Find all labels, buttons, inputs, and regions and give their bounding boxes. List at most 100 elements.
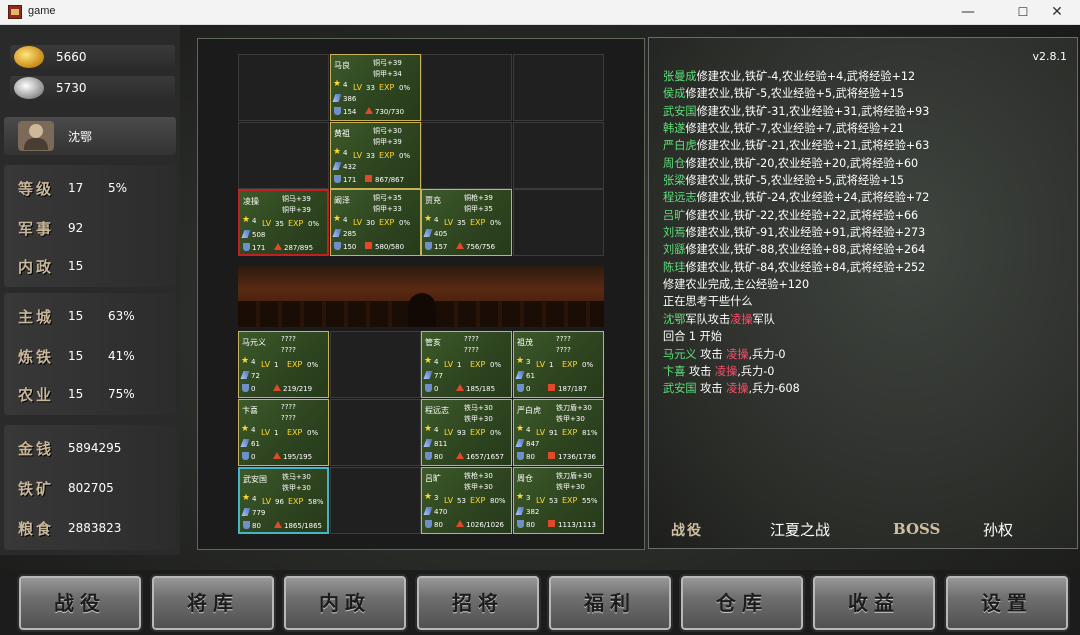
menu-button-income[interactable]: 收益 <box>811 574 937 632</box>
equip-weapon: 铜弓+39 <box>373 59 402 67</box>
log-line: 马元义 攻击 凌操,兵力-0 <box>663 346 1073 363</box>
close-button[interactable]: ✕ <box>1034 0 1080 25</box>
stat-level: 等级 17 5% <box>4 169 176 205</box>
empty-slot[interactable] <box>330 331 421 398</box>
menu-button-recruit[interactable]: 招将 <box>415 574 541 632</box>
lv-label: LV <box>444 496 454 505</box>
stat-main-city-value: 15 <box>68 309 84 323</box>
equip-armor: 铁甲+30 <box>556 415 585 423</box>
empty-slot[interactable] <box>421 122 512 189</box>
empty-slot[interactable] <box>330 399 421 466</box>
empty-slot[interactable] <box>421 54 512 121</box>
exp-label: EXP <box>287 360 303 369</box>
general-card-player[interactable]: 马元义 ???? ???? ★ 4 LV 1 EXP 0% 72 0 219/2… <box>238 331 329 398</box>
attack-value: 470 <box>434 508 448 516</box>
battle-log[interactable]: 张曼成修建农业,铁矿-4,农业经验+4,武将经验+12 侯成修建农业,铁矿-5,农… <box>663 68 1073 398</box>
log-line: 周仓修建农业,铁矿-20,农业经验+20,武将经验+60 <box>663 155 1073 172</box>
empty-slot[interactable] <box>238 122 329 189</box>
log-line: 卞喜 攻击 凌操,兵力-0 <box>663 363 1073 380</box>
city-gate <box>408 293 436 327</box>
exp-value: 55% <box>582 497 598 505</box>
equip-weapon: ???? <box>464 335 479 343</box>
log-actor: 沈鄂 <box>663 312 686 326</box>
empty-slot[interactable] <box>513 122 604 189</box>
exp-label: EXP <box>287 428 303 437</box>
menu-button-politics[interactable]: 内政 <box>282 574 408 632</box>
general-card-player[interactable]: 程远志 铁马+30 铁甲+30 ★ 4 LV 93 EXP 0% 811 80 … <box>421 399 512 466</box>
general-card-player[interactable]: 周仓 铁刀盾+30 铁甲+30 ★ 3 LV 53 EXP 55% 382 80… <box>513 467 604 534</box>
log-line: 武安国 攻击 凌操,兵力-608 <box>663 380 1073 397</box>
general-card-enemy[interactable]: 马良 铜弓+39 铜甲+34 ★ 4 LV 33 EXP 0% 386 154 … <box>330 54 421 121</box>
log-text: 正在思考干些什么 <box>663 295 753 309</box>
stat-level-label: 等级 <box>18 180 55 198</box>
general-name: 阚泽 <box>334 196 350 205</box>
lv-value: 96 <box>275 498 284 506</box>
general-card-player[interactable]: 卞喜 ???? ???? ★ 4 LV 1 EXP 0% 61 0 195/19… <box>238 399 329 466</box>
menu-button-warehouse[interactable]: 仓库 <box>679 574 805 632</box>
star-icon: ★ <box>333 79 342 89</box>
general-card-player[interactable]: 严白虎 铁刀盾+30 铁甲+30 ★ 4 LV 91 EXP 81% 847 8… <box>513 399 604 466</box>
defense-value: 154 <box>343 108 357 116</box>
troop-value: 287/895 <box>284 244 314 252</box>
general-card-enemy[interactable]: 黄祖 铜弓+30 铜甲+39 ★ 4 LV 33 EXP 0% 432 171 … <box>330 122 421 189</box>
battle-log-panel: v2.8.1 张曼成修建农业,铁矿-4,农业经验+4,武将经验+12 侯成修建农业… <box>648 37 1078 549</box>
stats-group-2: 主城 15 63% 炼铁 15 41% 农业 15 75% <box>4 293 176 415</box>
minimize-button[interactable]: — <box>945 0 991 25</box>
exp-label: EXP <box>562 360 578 369</box>
general-card-player[interactable]: 吕旷 铁枪+30 铁甲+30 ★ 3 LV 53 EXP 80% 470 80 … <box>421 467 512 534</box>
equip-weapon: 铜弓+30 <box>373 127 402 135</box>
star-count: 3 <box>526 358 531 366</box>
empty-slot[interactable] <box>513 189 604 256</box>
general-name: 凌操 <box>243 197 259 206</box>
stat-iron: 铁矿 802705 <box>4 469 176 505</box>
log-text: 修建农业,铁矿-21,农业经验+21,武将经验+63 <box>696 139 930 153</box>
log-text: 修建农业,铁矿-31,农业经验+31,武将经验+93 <box>696 104 930 118</box>
attack-value: 405 <box>434 230 448 238</box>
menu-button-welfare[interactable]: 福利 <box>547 574 673 632</box>
empty-slot[interactable] <box>513 54 604 121</box>
lv-label: LV <box>261 360 271 369</box>
menu-button-generals[interactable]: 将库 <box>150 574 276 632</box>
attack-value: 61 <box>526 372 535 380</box>
exp-label: EXP <box>288 219 304 228</box>
attack-value: 382 <box>526 508 540 516</box>
lv-label: LV <box>353 151 363 160</box>
star-icon: ★ <box>242 493 251 503</box>
sword-icon <box>332 229 342 237</box>
star-count: 4 <box>251 426 256 434</box>
stats-group-3: 金钱 5894295 铁矿 802705 粮食 2883823 <box>4 425 176 550</box>
empty-slot[interactable] <box>238 54 329 121</box>
sword-icon <box>241 508 251 516</box>
general-name: 严白虎 <box>517 406 541 415</box>
lv-value: 35 <box>457 219 466 227</box>
general-card-enemy[interactable]: 贾充 铜枪+39 铜甲+35 ★ 4 LV 35 EXP 0% 405 157 … <box>421 189 512 256</box>
lord-card[interactable]: 沈鄂 <box>4 117 176 155</box>
sword-icon <box>332 94 342 102</box>
equip-weapon: 铜枪+39 <box>464 194 493 202</box>
menu-button-campaign[interactable]: 战役 <box>17 574 143 632</box>
menu-button-settings[interactable]: 设置 <box>944 574 1070 632</box>
star-icon: ★ <box>242 215 251 225</box>
log-actor: 马元义 <box>663 347 697 361</box>
log-actor: 周仓 <box>663 156 686 170</box>
log-text: 修建农业,铁矿-5,农业经验+5,武将经验+15 <box>685 174 904 188</box>
log-actor: 刘繇 <box>663 243 686 257</box>
general-card-player-selected[interactable]: 武安国 铁马+30 铁甲+30 ★ 4 LV 96 EXP 58% 779 80… <box>238 467 329 534</box>
equip-weapon: 铁刀盾+30 <box>556 472 592 480</box>
general-name: 马良 <box>334 61 350 70</box>
equip-armor: 铁甲+30 <box>282 484 311 492</box>
stat-grain-label: 粮食 <box>18 520 55 538</box>
general-card-player[interactable]: 管亥 ???? ???? ★ 4 LV 1 EXP 0% 77 0 185/18… <box>421 331 512 398</box>
log-line: 正在思考干些什么 <box>663 293 1073 310</box>
star-icon: ★ <box>333 147 342 157</box>
equip-weapon: ???? <box>281 403 296 411</box>
general-card-player[interactable]: 祖茂 ???? ???? ★ 3 LV 1 EXP 0% 61 0 187/18… <box>513 331 604 398</box>
troop-value: 219/219 <box>283 385 313 393</box>
troop-value: 1113/1113 <box>558 521 596 529</box>
empty-slot[interactable] <box>330 467 421 534</box>
general-card-enemy[interactable]: 阚泽 铜弓+35 铜甲+33 ★ 4 LV 30 EXP 0% 285 150 … <box>330 189 421 256</box>
general-card-enemy-selected[interactable]: 凌操 铜马+39 铜甲+39 ★ 4 LV 35 EXP 0% 508 171 … <box>238 189 329 256</box>
shield-icon <box>517 384 524 392</box>
troop-icon <box>365 175 372 182</box>
stat-smelting: 炼铁 15 41% <box>4 337 176 373</box>
